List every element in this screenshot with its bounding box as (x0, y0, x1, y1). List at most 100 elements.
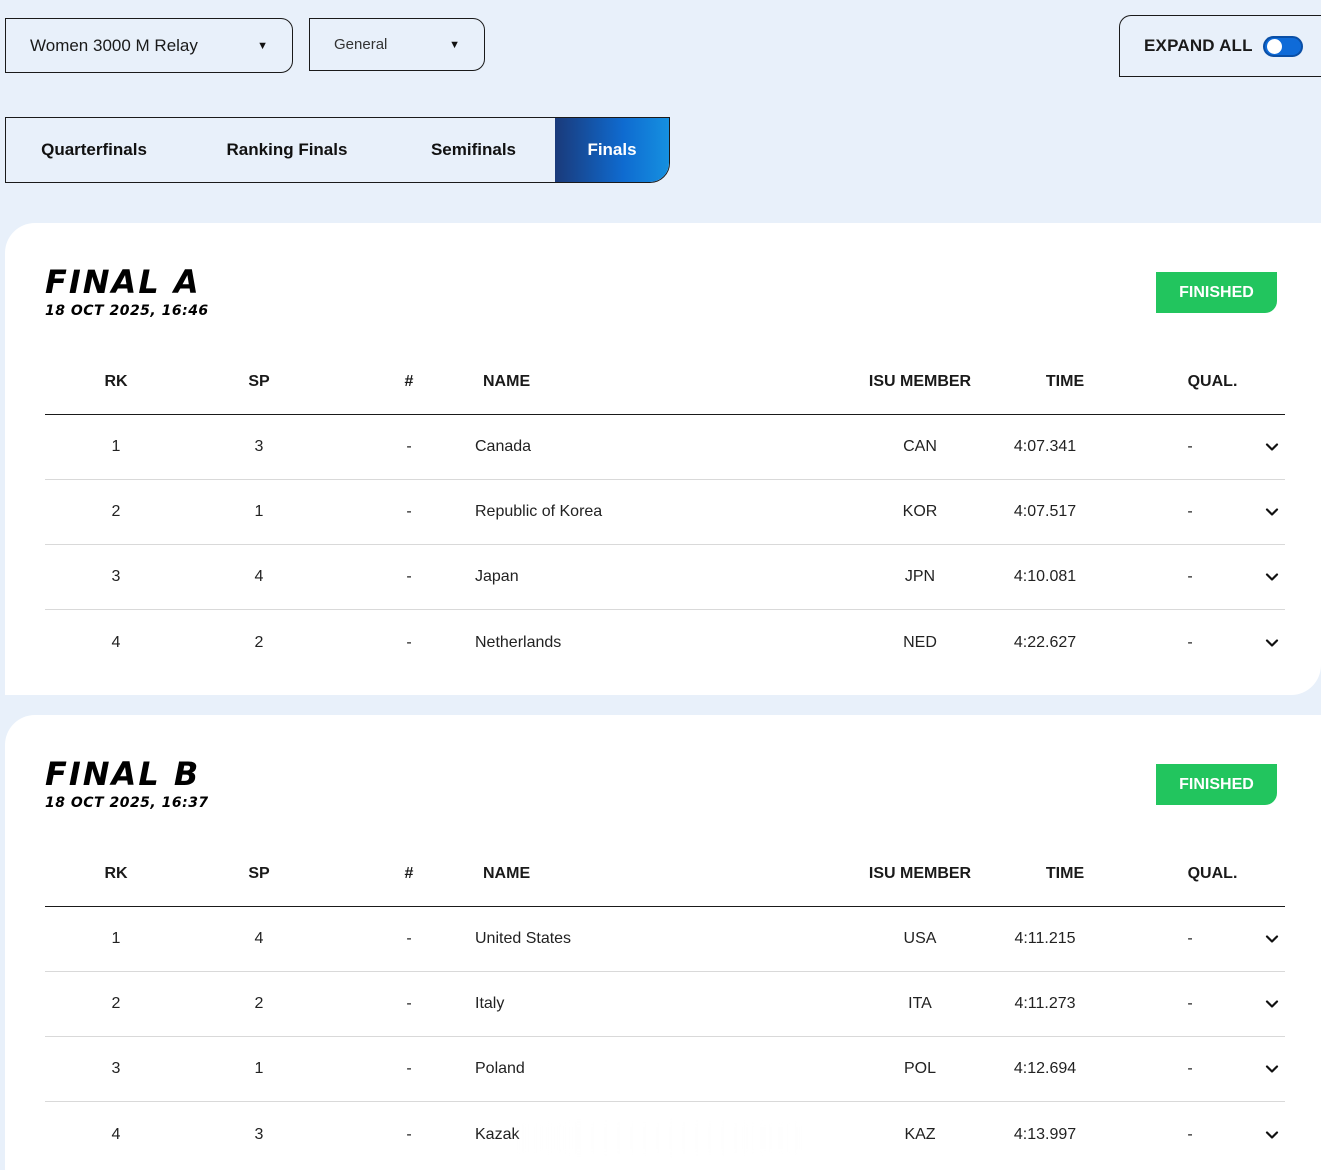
cell-sp: 1 (254, 1060, 264, 1077)
cell-qual: - (1187, 503, 1193, 520)
expand-all-control: EXPAND ALL (1119, 15, 1321, 77)
cell-sp: 3 (254, 438, 264, 455)
cell-num: - (406, 1060, 412, 1077)
cell-name: Italy (475, 995, 505, 1012)
caret-down-icon: ▼ (449, 38, 460, 51)
cell-time: 4:07.517 (1013, 503, 1077, 520)
chevron-down-icon[interactable] (1260, 415, 1284, 479)
cell-name: Netherlands (475, 633, 562, 651)
caret-down-icon: ▼ (257, 39, 268, 52)
cell-sp: 3 (254, 1125, 264, 1143)
cell-qual: - (1187, 568, 1193, 585)
blur-overlay (518, 1122, 800, 1154)
chevron-down-icon[interactable] (1260, 545, 1284, 609)
cell-sp: 2 (254, 995, 264, 1012)
table-header: RK SP # NAME ISU MEMBER TIME QUAL. (45, 350, 1285, 415)
table-row[interactable]: 1 3 - Canada CAN 4:07.341 - (45, 415, 1285, 480)
category-select-value: General (334, 36, 388, 53)
cell-num: - (406, 930, 412, 947)
chevron-down-icon[interactable] (1260, 972, 1284, 1036)
cell-qual: - (1187, 995, 1193, 1012)
cell-isu: USA (903, 930, 937, 947)
column-header-rk: RK (104, 865, 128, 882)
cell-qual: - (1187, 1060, 1193, 1077)
cell-num: - (406, 503, 412, 520)
cell-rk: 1 (111, 438, 121, 455)
column-header-rk: RK (104, 373, 128, 390)
cell-rk: 3 (111, 1060, 121, 1077)
table-row[interactable]: 3 1 - Poland POL 4:12.694 - (45, 1037, 1285, 1102)
cell-rk: 2 (111, 995, 121, 1012)
cell-sp: 2 (254, 633, 264, 651)
cell-time: 4:11.273 (1014, 995, 1076, 1012)
results-table: RK SP # NAME ISU MEMBER TIME QUAL. 1 4 - United St… (45, 842, 1285, 1167)
column-header-isu: ISU MEMBER (868, 865, 972, 882)
cell-isu: KAZ (904, 1125, 936, 1143)
chevron-down-icon[interactable] (1260, 610, 1284, 675)
heat-datetime: 18 OCT 2025, 16:46 (45, 303, 209, 319)
cell-num: - (406, 633, 412, 651)
cell-time: 4:12.694 (1013, 1060, 1077, 1077)
heat-title: FINAL B (45, 755, 201, 793)
cell-time: 4:11.215 (1014, 930, 1076, 947)
cell-isu: NED (903, 633, 937, 651)
column-header-name: NAME (483, 373, 531, 390)
cell-sp: 1 (254, 503, 264, 520)
table-row[interactable]: 2 1 - Republic of Korea KOR 4:07.517 - (45, 480, 1285, 545)
cell-sp: 4 (254, 930, 264, 947)
cell-num: - (406, 995, 412, 1012)
column-header-qual: QUAL. (1187, 373, 1238, 390)
event-select[interactable]: Women 3000 M Relay ▼ (5, 18, 293, 73)
expand-all-toggle[interactable] (1262, 35, 1303, 57)
chevron-down-icon[interactable] (1260, 1037, 1284, 1101)
column-header-qual: QUAL. (1187, 865, 1238, 882)
cell-isu: ITA (908, 995, 932, 1012)
cell-rk: 4 (111, 1125, 121, 1143)
cell-time: 4:10.081 (1013, 568, 1077, 585)
tab-quarterfinals[interactable]: Quarterfinals (6, 118, 182, 182)
chevron-down-icon[interactable] (1260, 907, 1284, 971)
expand-all-label: EXPAND ALL (1144, 36, 1253, 55)
cell-name: Japan (475, 568, 519, 585)
cell-qual: - (1187, 1125, 1193, 1143)
cell-name: Republic of Korea (475, 503, 603, 520)
chevron-down-icon[interactable] (1260, 480, 1284, 544)
chevron-down-icon[interactable] (1260, 1102, 1284, 1167)
cell-num: - (406, 438, 412, 455)
cell-num: - (406, 568, 412, 585)
status-badge: FINISHED (1156, 272, 1277, 313)
cell-time: 4:07.341 (1013, 438, 1077, 455)
event-select-value: Women 3000 M Relay (30, 35, 198, 55)
cell-isu: POL (903, 1060, 936, 1077)
heat-title: FINAL A (45, 263, 201, 301)
category-select[interactable]: General ▼ (309, 18, 485, 71)
tab-semifinals[interactable]: Semifinals (392, 118, 555, 182)
cell-num: - (406, 1125, 412, 1143)
cell-qual: - (1187, 438, 1193, 455)
column-header-sp: SP (248, 373, 270, 390)
cell-name: United States (475, 930, 572, 947)
column-header-isu: ISU MEMBER (868, 373, 972, 390)
column-header-num: # (404, 865, 414, 882)
toggle-knob (1266, 38, 1282, 54)
cell-sp: 4 (254, 568, 264, 585)
table-row[interactable]: 3 4 - Japan JPN 4:10.081 - (45, 545, 1285, 610)
heat-card-final-a: FINAL A 18 OCT 2025, 16:46 FINISHED RK SP # NA… (5, 223, 1321, 695)
cell-isu: KOR (902, 503, 938, 520)
cell-name: Poland (475, 1060, 525, 1077)
cell-name: Canada (475, 438, 532, 455)
table-row[interactable]: 2 2 - Italy ITA 4:11.273 - (45, 972, 1285, 1037)
tab-ranking-finals[interactable]: Ranking Finals (182, 118, 392, 182)
cell-rk: 3 (111, 568, 121, 585)
table-row[interactable]: 4 2 - Netherlands NED 4:22.627 - (45, 610, 1285, 675)
column-header-time: TIME (1045, 373, 1085, 390)
cell-time: 4:13.997 (1013, 1125, 1077, 1143)
cell-qual: - (1187, 930, 1193, 947)
tab-finals[interactable]: Finals (555, 118, 669, 182)
cell-isu: JPN (904, 568, 936, 585)
results-table: RK SP # NAME ISU MEMBER TIME QUAL. 1 3 - Canada CAN… (45, 350, 1285, 675)
column-header-num: # (404, 373, 414, 390)
table-row[interactable]: 1 4 - United States USA 4:11.215 - (45, 907, 1285, 972)
cell-rk: 1 (111, 930, 121, 947)
column-header-name: NAME (483, 865, 531, 882)
